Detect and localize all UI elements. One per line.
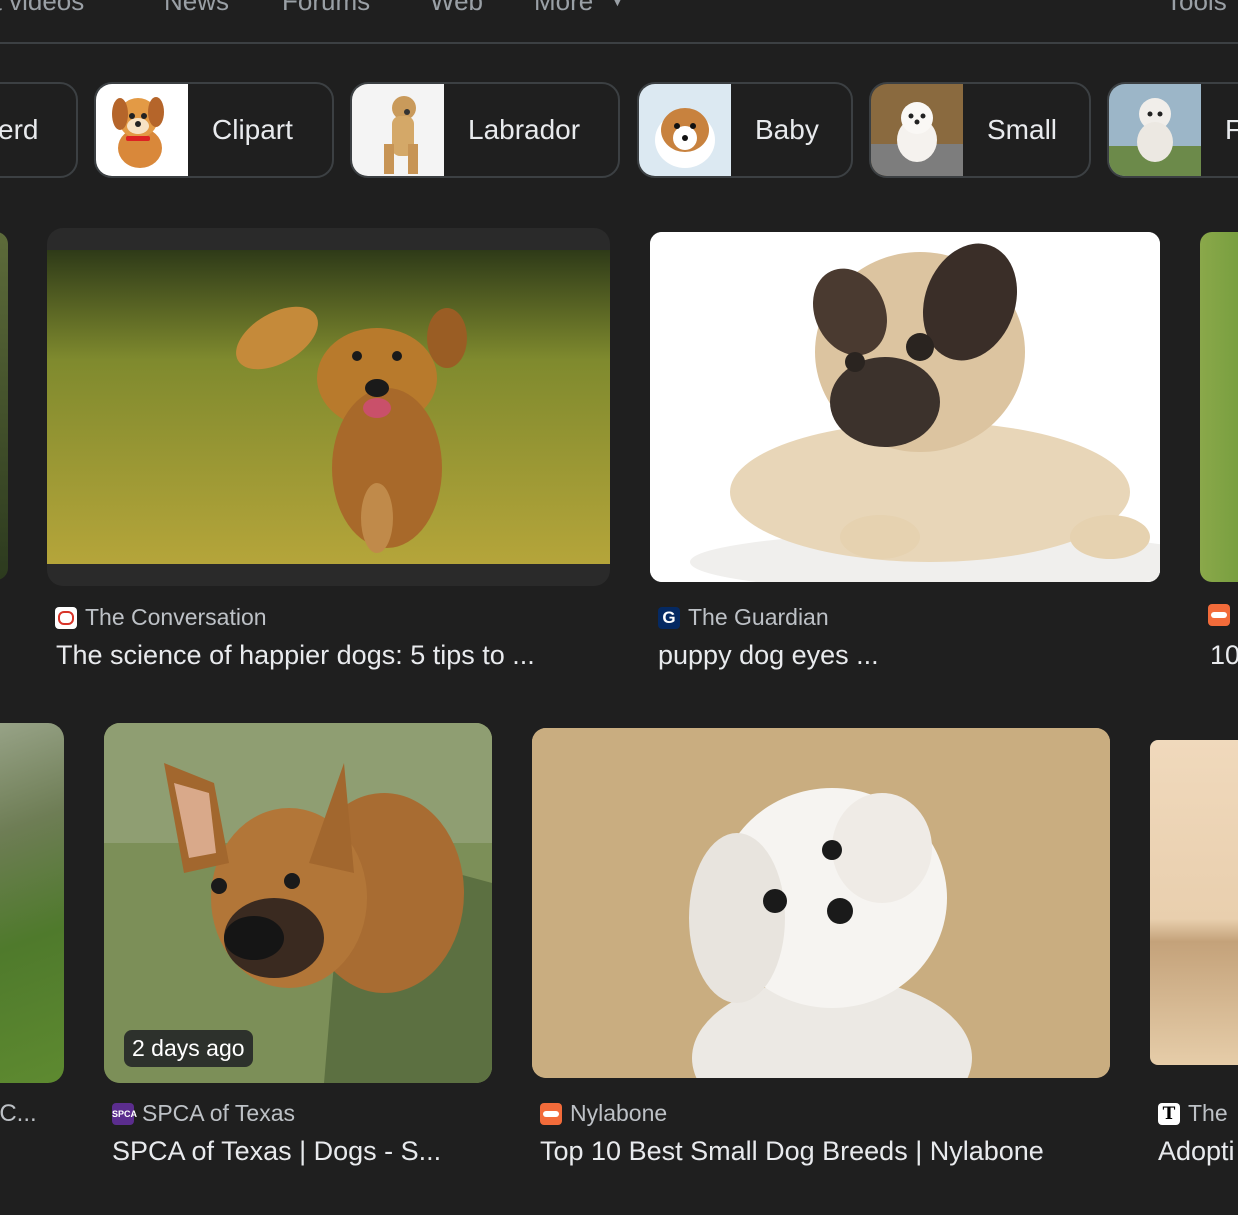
chip-clipart[interactable]: Clipart [94, 82, 334, 178]
chip-thumbnail [352, 84, 444, 176]
chip-baby[interactable]: Baby [637, 82, 853, 178]
nytimes-favicon: T [1158, 1102, 1180, 1125]
chip-label: Baby [755, 114, 819, 145]
source-name: SPCA of Texas [142, 1100, 295, 1126]
chip-thumbnail [1109, 84, 1201, 176]
image-result[interactable] [1200, 232, 1238, 582]
image-result[interactable] [532, 728, 1110, 1078]
source-name: The Conversation [85, 604, 267, 630]
image-result[interactable] [47, 228, 610, 586]
image-thumbnail [650, 232, 1160, 582]
image-result[interactable] [0, 723, 64, 1083]
tab-short-videos[interactable]: rt videos [0, 0, 84, 17]
chip-shepherd[interactable]: erd [0, 82, 78, 178]
image-thumbnail [104, 723, 492, 1083]
chip-fluffy[interactable]: F [1107, 82, 1238, 178]
image-thumbnail [47, 250, 610, 564]
chip-thumbnail [96, 84, 188, 176]
tab-forums[interactable]: Forums [282, 0, 370, 17]
chip-thumbnail [871, 84, 963, 176]
image-result[interactable] [0, 232, 8, 580]
source-name: The Guardian [688, 604, 829, 630]
tools-button[interactable]: Tools [1166, 0, 1227, 17]
image-source[interactable]: T The [1158, 1100, 1228, 1127]
tab-more[interactable]: More ▼ [534, 0, 624, 17]
nav-divider [0, 42, 1238, 44]
tab-news[interactable]: News [164, 0, 229, 17]
chip-labrador[interactable]: Labrador [350, 82, 620, 178]
the-guardian-favicon: G [658, 606, 680, 629]
date-badge: 2 days ago [124, 1030, 253, 1067]
source-name: The [1188, 1100, 1228, 1126]
chip-label: erd [0, 114, 39, 145]
image-source[interactable] [1208, 604, 1238, 626]
chevron-down-icon: ▼ [610, 0, 625, 9]
image-title[interactable]: f C... [0, 1100, 66, 1128]
image-result[interactable] [650, 232, 1160, 582]
image-source[interactable]: Nylabone [540, 1100, 667, 1127]
chip-thumbnail [639, 84, 731, 176]
chip-label: F [1201, 114, 1238, 146]
image-title[interactable]: Adopti [1158, 1136, 1238, 1167]
chip-small[interactable]: Small [869, 82, 1091, 178]
image-title[interactable]: SPCA of Texas | Dogs - S... [112, 1136, 492, 1167]
chip-label: Labrador [468, 114, 581, 145]
image-source[interactable]: The Conversation [55, 604, 267, 631]
source-name: Nylabone [570, 1100, 668, 1126]
image-source[interactable]: G The Guardian [658, 604, 829, 631]
image-source[interactable]: SPCA SPCA of Texas [112, 1100, 295, 1127]
spca-favicon: SPCA [112, 1102, 137, 1125]
image-title[interactable]: The science of happier dogs: 5 tips to .… [56, 640, 616, 671]
nylabone-favicon [540, 1102, 562, 1125]
nylabone-favicon [1208, 604, 1230, 626]
image-result[interactable]: 2 days ago [104, 723, 492, 1083]
tab-more-label: More [534, 0, 594, 16]
the-conversation-favicon [55, 606, 77, 629]
tab-web[interactable]: Web [430, 0, 483, 17]
image-result[interactable] [1150, 740, 1238, 1065]
image-thumbnail [532, 728, 1110, 1078]
image-title[interactable]: Top 10 Best Small Dog Breeds | Nylabone [540, 1136, 1140, 1167]
chip-label: Clipart [212, 114, 293, 145]
image-title[interactable]: 10 [1210, 640, 1238, 671]
image-title[interactable]: puppy dog eyes ... [658, 640, 1178, 671]
chip-label: Small [987, 114, 1058, 145]
